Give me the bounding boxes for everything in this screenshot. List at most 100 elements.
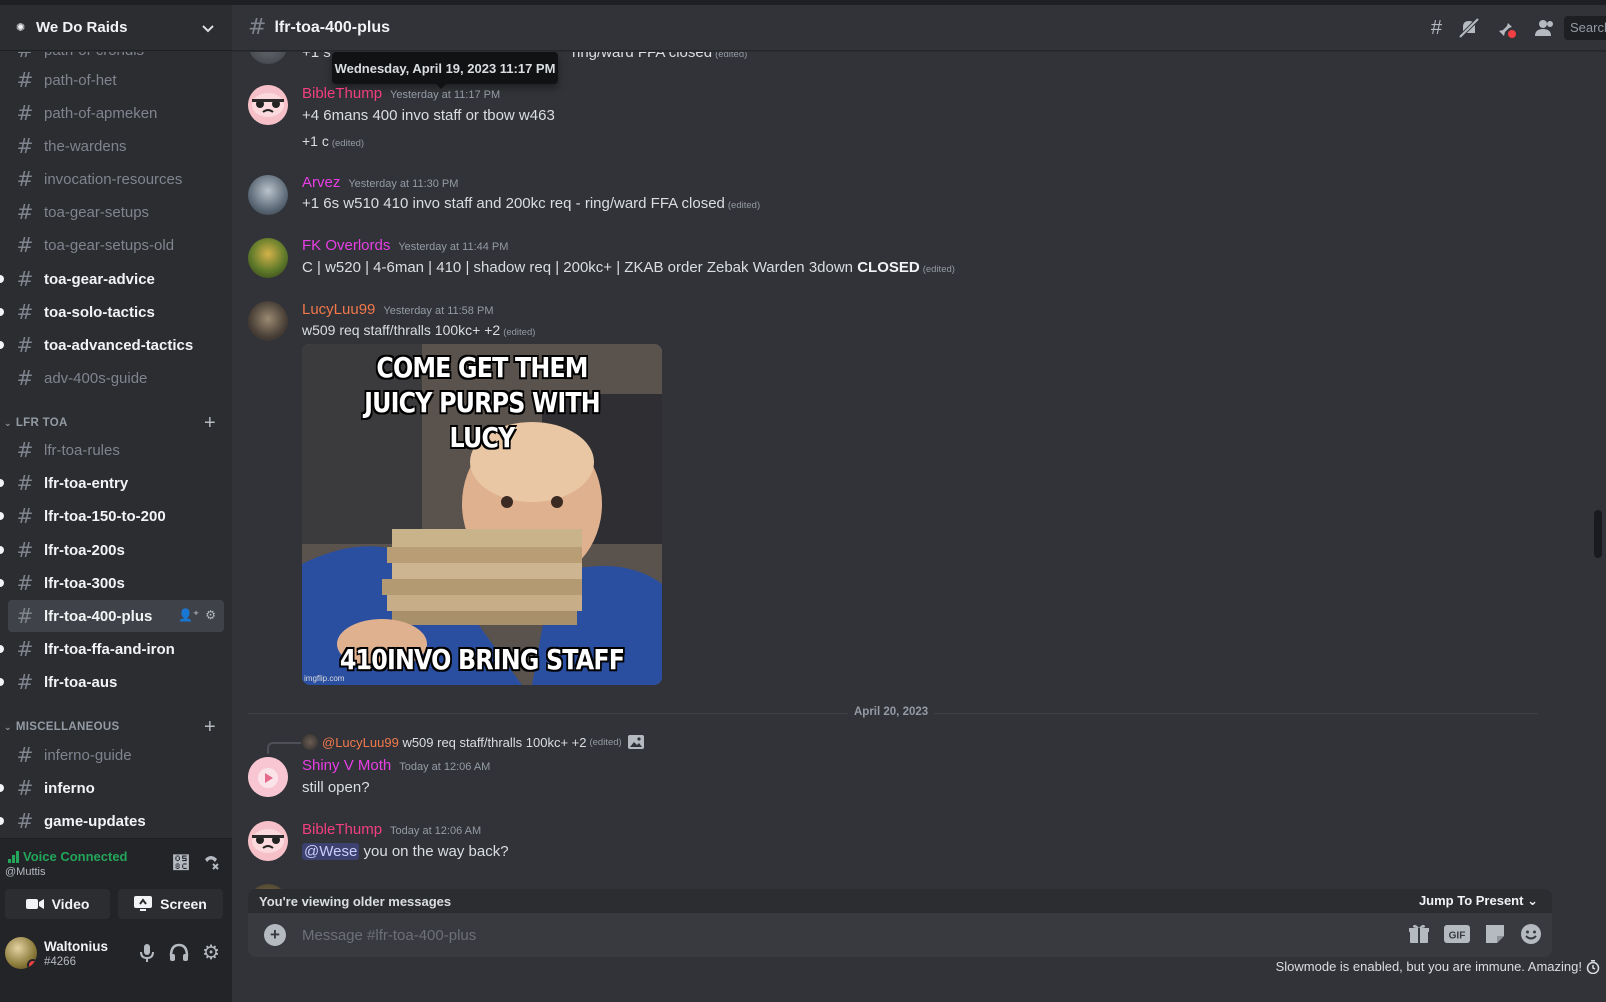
channel-lfr-toa-aus[interactable]: # lfr-toa-aus <box>0 666 224 698</box>
avatar[interactable] <box>248 821 288 861</box>
gear-icon[interactable]: ⚙ <box>205 608 216 622</box>
channel-the-wardens[interactable]: # the-wardens <box>8 130 224 162</box>
hash-icon: # <box>16 471 34 495</box>
message-text: still open? <box>302 779 370 796</box>
hash-icon: # <box>16 743 34 767</box>
avatar[interactable] <box>248 301 288 341</box>
meme-caption-bottom: 410INVO BRING STAFF <box>339 643 625 676</box>
channel-lfr-toa-300s[interactable]: # lfr-toa-300s <box>0 567 224 599</box>
channel-lfr-toa-400-plus[interactable]: # lfr-toa-400-plus 👤⁺ ⚙ <box>8 600 224 632</box>
slowmode-notice: Slowmode is enabled, but you are immune.… <box>1276 959 1600 974</box>
add-channel-icon[interactable]: + <box>204 412 216 435</box>
avatar[interactable] <box>248 238 288 278</box>
meme-image[interactable]: COME GET THEM JUICY PURPS WITH LUCY 410I… <box>302 344 662 685</box>
reply-preview[interactable]: @LucyLuu99 w509 req staff/thralls 100kc+… <box>302 734 644 750</box>
channel-toa-gear-setups[interactable]: # toa-gear-setups <box>8 196 224 228</box>
channel-lfr-toa-200s[interactable]: # lfr-toa-200s <box>0 534 224 566</box>
noise-suppression-icon[interactable]: ֌ <box>172 853 190 874</box>
emoji-icon[interactable] <box>1520 923 1542 945</box>
message-author[interactable]: Shiny V Moth Today at 12:06 AM <box>302 757 490 774</box>
hash-icon: # <box>16 670 34 694</box>
sticker-icon[interactable] <box>1484 923 1506 945</box>
message-timestamp: Yesterday at 11:44 PM <box>398 241 509 253</box>
hash-icon: # <box>248 15 267 40</box>
category-label: LFR TOA <box>15 417 68 429</box>
meme-caption-top: JUICY PURPS WITH LUCY <box>364 386 600 454</box>
jump-to-present-button[interactable]: Jump To Present ⌄ <box>1419 893 1538 909</box>
avatar[interactable] <box>248 85 288 125</box>
message-author[interactable]: BibleThump Today at 12:06 AM <box>302 821 481 838</box>
chevron-down-icon: ⌄ <box>1527 893 1538 908</box>
scrollbar-thumb[interactable] <box>1594 510 1602 558</box>
hash-icon: # <box>16 809 34 833</box>
moth-avatar-art <box>248 757 288 797</box>
gear-icon[interactable]: ⚙ <box>202 943 220 963</box>
hash-icon: # <box>16 438 34 462</box>
channel-lfr-toa-rules[interactable]: # lfr-toa-rules <box>8 434 224 466</box>
channel-lfr-toa-ffa-and-iron[interactable]: # lfr-toa-ffa-and-iron <box>0 633 224 665</box>
voice-status[interactable]: Voice Connected <box>8 849 128 864</box>
gift-icon[interactable] <box>1408 923 1430 945</box>
avatar[interactable] <box>248 757 288 797</box>
category-lfr-toa[interactable]: ⌄ LFR TOA + <box>0 411 232 435</box>
channel-inferno[interactable]: # inferno <box>0 772 224 804</box>
avatar[interactable] <box>248 175 288 215</box>
message-author[interactable]: Arvez Yesterday at 11:30 PM <box>302 174 458 191</box>
channel-adv-400s-guide[interactable]: # adv-400s-guide <box>8 362 224 394</box>
channel-toa-gear-advice[interactable]: # toa-gear-advice <box>0 263 224 295</box>
microphone-icon[interactable] <box>138 943 156 963</box>
message-input[interactable]: Message #lfr-toa-400-plus <box>302 927 476 944</box>
channel-path-of-het[interactable]: # path-of-het <box>8 64 224 96</box>
slowmode-text: Slowmode is enabled, but you are immune.… <box>1275 959 1582 974</box>
category-miscellaneous[interactable]: ⌄ MISCELLANEOUS + <box>0 715 232 739</box>
invite-icon[interactable]: 👤⁺ <box>178 608 199 622</box>
screen-button[interactable]: Screen <box>118 889 223 919</box>
category-label: MISCELLANEOUS <box>15 721 120 733</box>
members-icon[interactable] <box>1534 17 1556 39</box>
caret-icon: ⌄ <box>4 721 12 732</box>
channel-toa-advanced-tactics[interactable]: # toa-advanced-tactics <box>0 329 224 361</box>
avatar[interactable] <box>5 937 37 969</box>
avatar[interactable] <box>248 52 288 64</box>
attach-plus-icon[interactable]: + <box>264 924 286 946</box>
hash-icon: # <box>16 233 34 257</box>
gif-icon[interactable]: GIF <box>1444 923 1470 945</box>
channel-path-of-apmeken[interactable]: # path-of-apmeken <box>8 97 224 129</box>
headphones-icon[interactable] <box>169 943 189 963</box>
video-label: Video <box>51 896 90 912</box>
channel-game-updates[interactable]: # game-updates <box>0 805 224 837</box>
channel-lfr-toa-entry[interactable]: # lfr-toa-entry <box>0 467 224 499</box>
channel-label: lfr-toa-aus <box>44 673 118 691</box>
channel-toa-solo-tactics[interactable]: # toa-solo-tactics <box>0 296 224 328</box>
money-stack <box>382 529 582 625</box>
pin-icon[interactable] <box>1496 17 1518 39</box>
channel-label: toa-gear-setups <box>44 203 150 221</box>
screen-label: Screen <box>160 896 207 912</box>
channel-label: game-updates <box>44 812 146 830</box>
disconnect-icon[interactable] <box>202 853 220 871</box>
channel-inferno-guide[interactable]: # inferno-guide <box>8 739 224 771</box>
channel-label: lfr-toa-400-plus <box>44 607 153 625</box>
server-header[interactable]: ✺ We Do Raids <box>0 5 232 51</box>
video-button[interactable]: Video <box>5 889 110 919</box>
channel-label: lfr-toa-rules <box>44 441 120 459</box>
channel-label: adv-400s-guide <box>44 369 148 387</box>
message-timestamp: Today at 12:06 AM <box>390 825 482 837</box>
channel-lfr-toa-150-to-200[interactable]: # lfr-toa-150-to-200 <box>0 500 224 532</box>
channel-toa-gear-setups-old[interactable]: # toa-gear-setups-old <box>8 229 224 261</box>
channel-label: path-of-het <box>44 71 117 89</box>
hash-icon: # <box>16 200 34 224</box>
add-channel-icon[interactable]: + <box>204 716 216 739</box>
mute-bell-icon[interactable] <box>1458 17 1480 39</box>
user-mention[interactable]: @Wese <box>302 843 360 860</box>
hash-icon: # <box>16 267 34 291</box>
message-author[interactable]: FK Overlords Yesterday at 11:44 PM <box>302 237 508 254</box>
message-timestamp: Yesterday at 11:30 PM <box>348 178 459 190</box>
search-input[interactable]: Search <box>1564 16 1606 40</box>
threads-icon[interactable]: # <box>1431 17 1442 40</box>
message-author[interactable]: LucyLuu99 Yesterday at 11:58 PM <box>302 301 493 318</box>
message-author[interactable]: BibleThump Yesterday at 11:17 PM <box>302 85 500 102</box>
message-text: C | w520 | 4-6man | 410 | shadow req | 2… <box>302 259 955 276</box>
hash-icon: # <box>16 333 34 357</box>
channel-invocation-resources[interactable]: # invocation-resources <box>8 163 224 195</box>
